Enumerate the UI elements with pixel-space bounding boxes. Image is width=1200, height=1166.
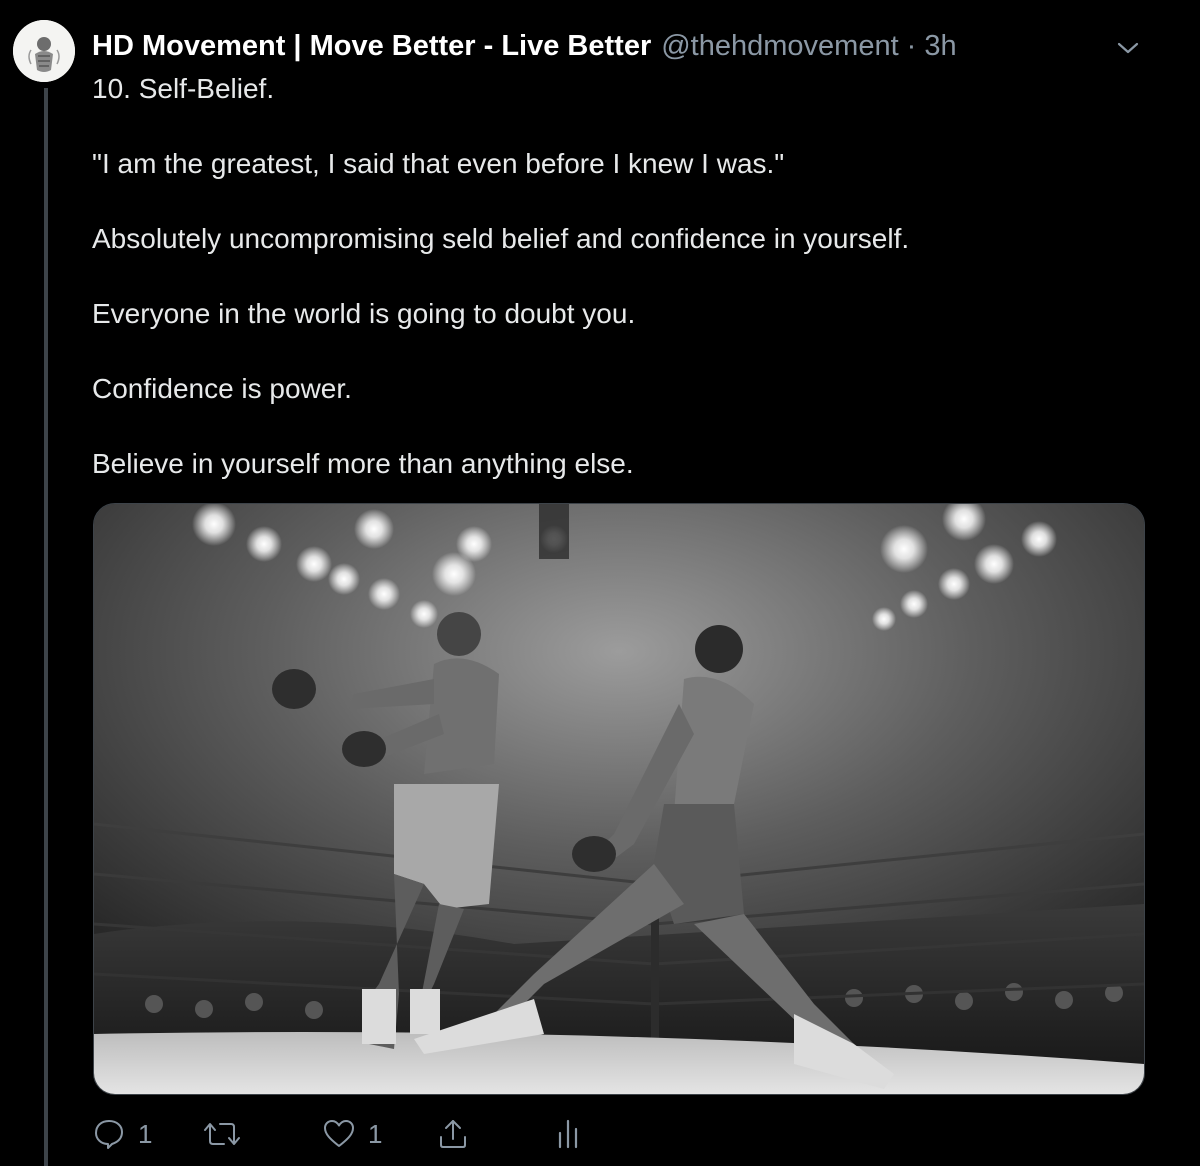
heart-icon (324, 1120, 354, 1147)
analytics-icon (558, 1119, 578, 1149)
separator-dot: · (906, 29, 917, 62)
tweet-paragraph: "I am the greatest, I said that even bef… (92, 148, 785, 179)
tweet-paragraph: Confidence is power. (92, 373, 352, 404)
tweet-text: 10. Self-Belief. "I am the greatest, I s… (92, 70, 1152, 483)
tweet-paragraph: Everyone in the world is going to doubt … (92, 298, 636, 329)
tweet-actions: 1 1 (92, 1112, 612, 1156)
share-icon (440, 1120, 466, 1148)
analytics-button[interactable] (554, 1112, 582, 1156)
retweet-button[interactable] (202, 1112, 254, 1156)
reply-button[interactable]: 1 (92, 1112, 152, 1156)
boxing-match-photo (94, 504, 1144, 1094)
thread-line (44, 88, 48, 1166)
like-button[interactable]: 1 (322, 1112, 382, 1156)
more-menu-button[interactable] (1114, 34, 1142, 62)
avatar[interactable] (13, 20, 75, 82)
retweet-icon (204, 1123, 240, 1145)
user-handle[interactable]: @thehdmovement (661, 30, 898, 63)
reply-icon (95, 1120, 123, 1149)
display-name[interactable]: HD Movement | Move Better - Live Better (92, 30, 651, 63)
tweet-header: HD Movement | Move Better - Live Better … (92, 26, 957, 66)
like-count: 1 (368, 1118, 383, 1149)
tweet-paragraph: Absolutely uncompromising seld belief an… (92, 223, 910, 254)
tweet-photo[interactable] (93, 503, 1145, 1095)
tweet-paragraph: 10. Self-Belief. (92, 73, 275, 104)
share-button[interactable] (436, 1112, 470, 1156)
timestamp[interactable]: 3h (924, 30, 956, 63)
avatar-logo-icon (13, 20, 75, 82)
chevron-down-icon (1117, 42, 1139, 54)
tweet-paragraph: Believe in yourself more than anything e… (92, 448, 634, 479)
reply-count: 1 (138, 1118, 153, 1149)
